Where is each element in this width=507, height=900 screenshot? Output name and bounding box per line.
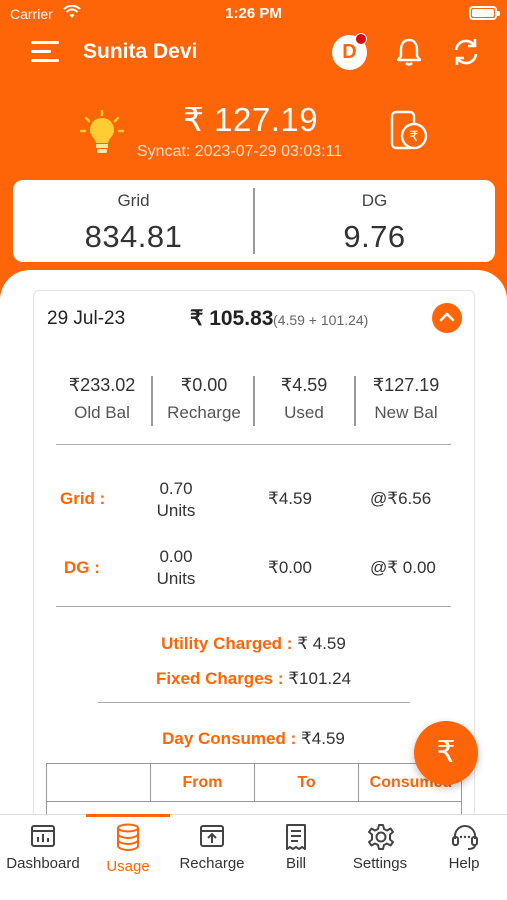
grid-rate-label: Grid : (60, 489, 106, 508)
tab-usage[interactable]: Usage (86, 815, 170, 900)
table-row-line (47, 801, 461, 802)
user-name: Sunita Devi (83, 40, 198, 63)
sync-timestamp: Syncat: 2023-07-29 03:03:11 (137, 143, 343, 160)
summary-label: Used (284, 403, 324, 422)
tab-settings[interactable]: Settings (338, 815, 422, 900)
grid-units-label: Units (156, 501, 196, 520)
tab-help[interactable]: Help (422, 815, 506, 900)
bell-icon[interactable] (395, 37, 423, 67)
status-time: 1:26 PM (225, 5, 282, 22)
tab-dashboard[interactable]: Dashboard (1, 815, 85, 900)
fixed-charges-label: Fixed Charges : (155, 669, 284, 688)
tab-label: Bill (285, 855, 306, 872)
tab-label: Help (448, 855, 480, 872)
tab-label: Dashboard (6, 855, 80, 872)
dg-units: 0.00 Units (141, 546, 211, 590)
menu-icon[interactable] (31, 41, 59, 63)
day-amount: ₹ 105.83 (190, 307, 274, 330)
dg-units-value: 0.00 (159, 547, 193, 566)
day-consumed-label: Day Consumed : (162, 729, 297, 748)
active-tab-indicator (86, 814, 170, 817)
fixed-charges-value: ₹101.24 (288, 669, 352, 688)
recharge-icon (200, 825, 224, 847)
grid-meter-value: 834.81 (84, 219, 183, 254)
dg-amount: ₹0.00 (268, 558, 312, 577)
utility-charged-value: ₹ 4.59 (297, 634, 346, 653)
battery-icon (469, 6, 500, 20)
summary-divider (151, 376, 153, 426)
tab-recharge[interactable]: Recharge (170, 815, 254, 900)
grid-amount: ₹4.59 (268, 489, 312, 508)
summary-label: Recharge (167, 403, 241, 422)
summary-old-balance: ₹233.02 Old Bal (60, 372, 144, 428)
phone-rupee-icon[interactable]: ₹ (388, 110, 430, 154)
divider (56, 444, 451, 445)
notification-dot (355, 33, 367, 45)
grid-meter: Grid 834.81 (13, 180, 254, 262)
recharge-fab-button[interactable]: ₹ (414, 721, 478, 785)
divider (56, 606, 451, 607)
bulb-icon (80, 110, 124, 153)
bill-icon (286, 824, 306, 850)
tab-bill[interactable]: Bill (254, 815, 338, 900)
dg-meter-label: DG (361, 191, 388, 210)
dg-units-label: Units (156, 569, 196, 588)
day-consumed-value: ₹4.59 (300, 729, 345, 748)
dashboard-icon (31, 825, 55, 847)
day-date: 29 Jul-23 (47, 308, 126, 329)
summary-used: ₹4.59 Used (262, 372, 346, 428)
table-header-to: To (255, 764, 359, 802)
grid-units: 0.70 Units (141, 478, 211, 522)
grid-rate: @₹6.56 (370, 489, 432, 508)
grid-meter-label: Grid (117, 191, 150, 210)
day-breakdown: (4.59 + 101.24) (273, 312, 369, 328)
dg-rate: @₹ 0.00 (370, 558, 436, 577)
collapse-button[interactable] (432, 303, 462, 333)
database-icon (117, 823, 139, 851)
fixed-charges-row: Fixed Charges : ₹101.24 (0, 669, 507, 689)
summary-divider (253, 376, 255, 426)
summary-label: New Bal (374, 403, 438, 422)
summary-value: ₹127.19 (372, 375, 440, 395)
summary-new-balance: ₹127.19 New Bal (362, 372, 450, 428)
meter-readings-card: Grid 834.81 DG 9.76 (13, 180, 495, 262)
tab-label: Usage (106, 858, 150, 875)
summary-recharge: ₹0.00 Recharge (158, 372, 250, 428)
summary-value: ₹233.02 (68, 375, 136, 395)
summary-divider (354, 376, 356, 426)
dg-rate-label: DG : (64, 558, 100, 577)
divider (98, 702, 410, 703)
chevron-up-icon (439, 312, 455, 322)
table-header-blank (47, 764, 151, 802)
summary-label: Old Bal (74, 403, 130, 422)
summary-value: ₹0.00 (180, 375, 228, 395)
dg-meter: DG 9.76 (254, 180, 495, 262)
status-bar: Carrier 1:26 PM (0, 0, 507, 28)
bottom-tab-bar: Dashboard Usage Recharge Bill Settings H… (0, 814, 507, 900)
balance-amount: ₹ 127.19 (183, 101, 319, 138)
refresh-icon[interactable] (451, 37, 481, 67)
table-header-from: From (151, 764, 255, 802)
utility-charged-label: Utility Charged : (161, 634, 293, 653)
gear-icon (368, 824, 394, 850)
utility-charged-row: Utility Charged : ₹ 4.59 (0, 634, 507, 654)
summary-value: ₹4.59 (280, 375, 328, 395)
dg-meter-value: 9.76 (343, 219, 406, 254)
tab-label: Recharge (179, 855, 245, 872)
app-header: Carrier 1:26 PM Sunita Devi D ₹ 127.19 S… (0, 0, 507, 300)
headset-icon (452, 825, 478, 850)
svg-text:₹: ₹ (410, 129, 419, 145)
grid-units-value: 0.70 (159, 479, 193, 498)
tab-label: Settings (352, 855, 408, 872)
